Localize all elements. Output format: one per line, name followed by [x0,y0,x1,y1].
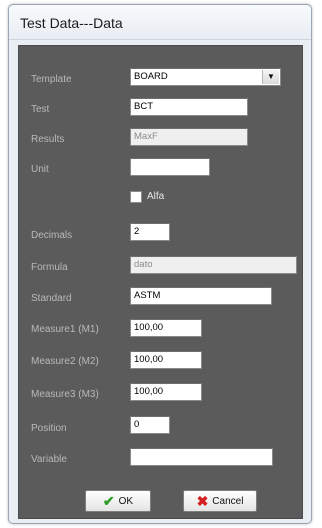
decimals-field[interactable]: 2 [130,223,170,241]
test-data-dialog: Test Data---Data Template BOARD ▼ Test B… [8,4,312,524]
checkmark-icon: ✔ [102,493,115,509]
measure1-label: Measure1 (M1) [31,324,99,335]
measure2-field[interactable]: 100,00 [130,351,202,369]
close-icon: ✖ [196,493,209,509]
unit-label: Unit [31,164,49,175]
formula-field[interactable]: dato [130,256,297,274]
template-label: Template [31,74,72,85]
decimals-label: Decimals [31,230,73,241]
measure3-field[interactable]: 100,00 [130,383,202,401]
cancel-button-label: Cancel [212,495,244,507]
results-label: Results [31,134,65,145]
test-field[interactable]: BCT [130,98,248,116]
measure2-label: Measure2 (M2) [31,356,99,367]
formula-label: Formula [31,262,68,273]
ok-button[interactable]: ✔ OK [85,490,151,512]
test-label: Test [31,104,50,115]
results-field[interactable]: MaxF [130,128,248,146]
alfa-label: Alfa [147,191,165,202]
standard-label: Standard [31,293,72,304]
form-panel: Template BOARD ▼ Test BCT Results MaxF U… [18,45,303,519]
variable-field[interactable] [130,448,273,466]
chevron-down-icon[interactable]: ▼ [262,70,279,84]
measure1-field[interactable]: 100,00 [130,319,202,337]
ok-button-label: OK [118,495,134,507]
standard-field[interactable]: ASTM [130,287,272,305]
title-bar[interactable]: Test Data---Data [9,5,311,40]
alfa-checkbox[interactable] [130,191,142,203]
position-field[interactable]: 0 [130,416,170,434]
position-label: Position [31,423,67,434]
unit-field[interactable] [130,158,210,176]
template-value: BOARD [134,71,168,82]
cancel-button[interactable]: ✖ Cancel [183,490,257,512]
window-title: Test Data---Data [20,15,123,31]
measure3-label: Measure3 (M3) [31,389,99,400]
template-dropdown[interactable]: BOARD ▼ [130,68,281,86]
variable-label: Variable [31,454,67,465]
